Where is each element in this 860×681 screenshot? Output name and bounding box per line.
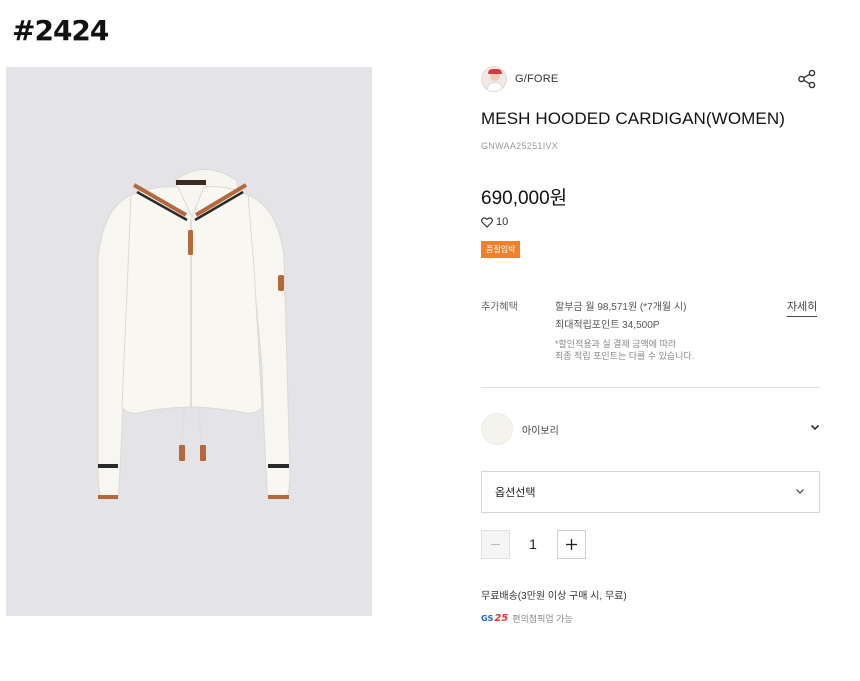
product-code: GNWAA25251IVX [481,141,559,151]
corner-tag: #2424 [12,14,109,47]
option-select[interactable]: 옵션선택 [481,471,820,513]
max-points-info: 최대적립포인트 34,500P [555,320,660,331]
color-selector[interactable]: 아이보리 [481,412,820,446]
quantity-value: 1 [529,536,537,552]
shipping-info: 무료배송(3만원 이상 구매 시, 무료) [481,591,627,602]
benefit-detail-link[interactable]: 자세히 [787,298,818,317]
chevron-down-icon[interactable] [810,424,820,431]
installment-info: 할부금 월 98,571원 (*7개월 시) [555,302,687,313]
color-swatch[interactable] [481,413,513,445]
like-button[interactable]: 10 [481,216,508,228]
convenience-pickup-info: GS 25 편의점픽업 가능 [481,612,573,625]
benefit-note: 최종 적립 포인트는 다를 수 있습니다. [555,351,695,361]
gs25-logo-icon: GS 25 [481,613,509,624]
brand-avatar-icon[interactable] [481,66,507,92]
brand-name[interactable]: G/FORE [515,73,558,85]
quantity-decrease-button[interactable] [481,530,510,559]
share-icon[interactable] [797,69,817,89]
plus-icon [566,539,577,550]
cardigan-illustration [97,169,291,500]
status-badge: 품절임박 [481,241,521,258]
product-price: 690,000원 [481,188,568,209]
color-name: 아이보리 [522,425,559,437]
pickup-text: 편의점픽업 가능 [512,614,573,624]
chevron-down-icon [796,489,804,494]
product-image[interactable] [6,67,372,616]
benefit-label: 추가혜택 [481,302,518,313]
option-select-label: 옵션선택 [495,487,536,499]
minus-icon [491,543,500,546]
like-count: 10 [496,216,509,228]
brand-row: G/FORE [481,66,821,92]
product-title: MESH HOODED CARDIGAN(WOMEN) [481,109,785,128]
heart-icon [481,216,493,228]
quantity-increase-button[interactable] [557,530,586,559]
divider [481,387,820,388]
